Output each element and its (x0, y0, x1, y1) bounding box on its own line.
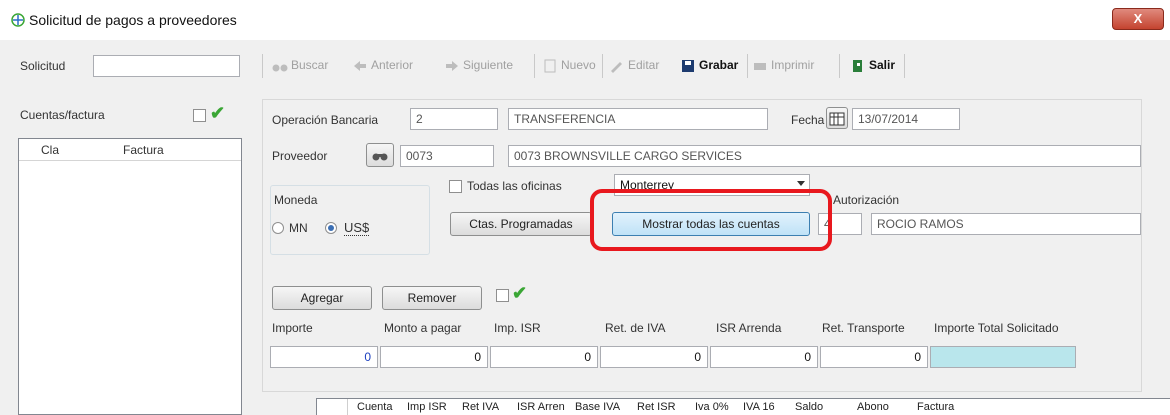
solicitud-label: Solicitud (20, 59, 66, 73)
importe-total-input[interactable] (930, 346, 1076, 368)
next-button[interactable]: Siguiente (444, 50, 513, 80)
new-button[interactable]: Nuevo (542, 50, 596, 80)
arrow-right-icon (446, 60, 458, 71)
siguiente-label: Siguiente (463, 58, 514, 72)
cuentas-list[interactable]: Cla Factura (18, 138, 242, 415)
mn-radio[interactable] (272, 222, 284, 234)
grabar-label: Grabar (699, 58, 739, 72)
grid-column-header[interactable]: IVA 16 (743, 401, 775, 413)
imp-isr-input[interactable]: 0 (490, 346, 598, 368)
edit-button[interactable]: Editar (609, 50, 659, 80)
operacion-desc-input[interactable]: TRANSFERENCIA (508, 108, 768, 130)
monto-header: Monto a pagar (384, 321, 462, 335)
proveedor-search-button[interactable] (366, 143, 394, 167)
nuevo-label: Nuevo (561, 58, 596, 72)
close-button[interactable]: X (1112, 8, 1164, 30)
edit-icon (611, 61, 622, 73)
exit-door-icon (853, 59, 862, 72)
grid-column-header[interactable]: Cuenta (357, 401, 392, 413)
calendar-icon (829, 112, 845, 126)
ctas-programadas-button[interactable]: Ctas. Programadas (450, 212, 592, 236)
remover-button[interactable]: Remover (382, 286, 482, 310)
fecha-label: Fecha (791, 113, 825, 127)
column-header[interactable]: Factura (123, 143, 164, 157)
operacion-code-input[interactable]: 2 (410, 108, 498, 130)
grid-column-header[interactable]: Base IVA (575, 401, 620, 413)
solicitud-input[interactable] (93, 55, 240, 77)
new-document-icon (544, 59, 556, 73)
grid-column-header[interactable]: Iva 0% (695, 401, 729, 413)
checkmark-icon[interactable]: ✔ (210, 104, 225, 122)
editar-label: Editar (628, 58, 660, 72)
save-button[interactable]: Grabar (680, 50, 738, 80)
ret-transporte-input[interactable]: 0 (820, 346, 928, 368)
toolbar-separator (747, 54, 748, 78)
ret-transporte-header: Ret. Transporte (822, 321, 905, 335)
checkmark-icon[interactable]: ✔ (512, 284, 527, 302)
exit-button[interactable]: Salir (850, 50, 895, 80)
print-button[interactable]: Imprimir (752, 50, 814, 80)
printer-icon (754, 62, 766, 70)
proveedor-label: Proveedor (272, 149, 328, 163)
imp-isr-header: Imp. ISR (494, 321, 541, 335)
window-title: Solicitud de pagos a proveedores (29, 12, 237, 28)
proveedor-name-input[interactable]: 0073 BROWNSVILLE CARGO SERVICES (508, 145, 1141, 167)
toolbar-separator (904, 54, 905, 78)
anterior-label: Anterior (371, 58, 414, 72)
binoculars-icon (372, 153, 388, 161)
ret-iva-header: Ret. de IVA (605, 321, 666, 335)
cuentas-label: Cuentas/factura (20, 108, 105, 122)
grid-column-header[interactable]: Abono (857, 401, 889, 413)
arrow-left-icon (354, 60, 366, 71)
mn-label: MN (289, 221, 308, 235)
grid-column-header[interactable]: Imp ISR (407, 401, 447, 413)
grid-column-header[interactable]: Saldo (795, 401, 823, 413)
cuentas-checkbox[interactable] (193, 109, 206, 122)
ret-iva-input[interactable]: 0 (600, 346, 708, 368)
grid-column-header[interactable]: Ret ISR (637, 401, 676, 413)
highlight-annotation (590, 189, 832, 251)
app-icon (11, 13, 25, 27)
imprimir-label: Imprimir (771, 58, 815, 72)
importe-header: Importe (272, 321, 313, 335)
grid-column-header[interactable]: Factura (917, 401, 954, 413)
toolbar-separator (839, 54, 840, 78)
operacion-label: Operación Bancaria (272, 113, 379, 127)
column-header[interactable]: Cla (41, 143, 59, 157)
grid-column-header[interactable]: ISR Arren (517, 401, 565, 413)
autorizacion-name-input[interactable]: ROCIO RAMOS (871, 213, 1141, 235)
autorizacion-label: Autorización (833, 193, 900, 207)
toolbar-separator (262, 54, 263, 78)
isr-arrenda-header: ISR Arrenda (716, 321, 782, 335)
calendar-button[interactable] (826, 107, 848, 129)
list-header: Cla Factura (19, 139, 241, 161)
cuentas-grid-header: Cuenta Imp ISR Ret IVA ISR Arren Base IV… (316, 398, 1170, 415)
binoculars-icon (272, 64, 288, 72)
previous-button[interactable]: Anterior (352, 50, 413, 80)
importe-input[interactable]: 0 (270, 346, 378, 368)
select-all-checkbox[interactable] (496, 289, 509, 302)
proveedor-code-input[interactable]: 0073 (400, 145, 494, 167)
usd-label: US$ (344, 220, 370, 236)
buscar-label: Buscar (291, 58, 329, 72)
moneda-label: Moneda (272, 193, 320, 207)
importe-total-header: Importe Total Solicitado (934, 321, 1059, 335)
salir-label: Salir (869, 58, 896, 72)
isr-arrenda-input[interactable]: 0 (710, 346, 818, 368)
grid-column-header[interactable]: Ret IVA (462, 401, 499, 413)
todas-oficinas-label: Todas las oficinas (467, 179, 562, 193)
usd-radio[interactable] (325, 222, 337, 234)
toolbar-separator (534, 54, 535, 78)
floppy-disk-icon (682, 59, 694, 72)
monto-input[interactable]: 0 (380, 346, 488, 368)
todas-oficinas-checkbox[interactable] (449, 180, 462, 193)
title-bar: Solicitud de pagos a proveedores X (0, 0, 1170, 40)
toolbar-separator (602, 54, 603, 78)
agregar-button[interactable]: Agregar (272, 286, 372, 310)
fecha-input[interactable]: 13/07/2014 (852, 108, 960, 130)
chevron-down-icon (797, 181, 805, 186)
search-button[interactable]: Buscar (272, 50, 328, 80)
